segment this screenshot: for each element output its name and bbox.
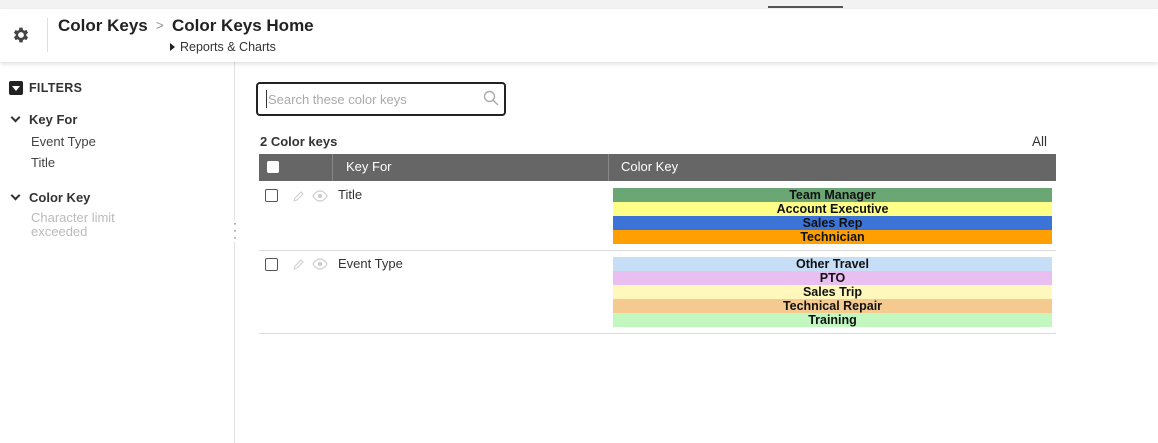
gear-icon[interactable]: [11, 25, 31, 45]
breadcrumb-separator: >: [155, 17, 164, 33]
eye-icon[interactable]: [312, 258, 328, 270]
key-for-value: Event Type: [338, 256, 403, 271]
column-header-color-key[interactable]: Color Key: [610, 154, 678, 181]
page-title: Color Keys Home: [171, 16, 314, 35]
sidebar-resize-handle[interactable]: · · ·: [231, 217, 239, 243]
filters-heading: FILTERS: [29, 81, 83, 95]
search-icon[interactable]: [483, 90, 499, 106]
row-checkbox[interactable]: [265, 189, 278, 202]
eye-icon[interactable]: [312, 190, 328, 202]
top-strip: [0, 0, 1158, 9]
select-all-checkbox[interactable]: [267, 161, 279, 173]
color-swatch: Account Executive: [613, 202, 1052, 216]
page-header: Color Keys > Color Keys Home Reports & Cha…: [0, 9, 1158, 62]
filter-item-title[interactable]: Title: [31, 155, 55, 170]
filters-toggle[interactable]: FILTERS: [9, 80, 83, 96]
color-swatch: Other Travel: [613, 257, 1052, 271]
filter-group-key-for[interactable]: Key For: [10, 112, 78, 127]
caret-right-icon: [170, 43, 175, 51]
table-row: Event Type Other Travel PTO Sales Trip T…: [259, 251, 1056, 334]
row-checkbox[interactable]: [265, 258, 278, 271]
filter-item-character-limit: Character limit exceeded: [31, 210, 115, 239]
key-for-value: Title: [338, 187, 363, 202]
table-row: Title Team Manager Account Executive Sal…: [259, 181, 1056, 251]
breadcrumb-root[interactable]: Color Keys: [58, 16, 148, 35]
column-header-key-for[interactable]: Key For: [333, 154, 609, 181]
filter-group-color-key[interactable]: Color Key: [10, 190, 91, 205]
filter-group-title: Color Key: [29, 190, 91, 205]
all-link[interactable]: All: [1032, 134, 1047, 149]
result-count: 2 Color keys: [260, 134, 338, 149]
table-header: Key For Color Key: [259, 154, 1056, 181]
collapse-filters-icon: [9, 80, 23, 95]
search-input[interactable]: [266, 90, 471, 108]
chevron-down-icon: [10, 112, 21, 123]
filter-item-event-type[interactable]: Event Type: [31, 134, 96, 149]
select-all-cell: [259, 154, 333, 181]
color-swatch: Sales Rep: [613, 216, 1052, 230]
chevron-down-icon: [10, 190, 21, 201]
reports-charts-link[interactable]: Reports & Charts: [170, 40, 276, 54]
filter-group-title: Key For: [29, 112, 78, 127]
color-swatch: Training: [613, 313, 1052, 327]
color-key-swatches: Other Travel PTO Sales Trip Technical Re…: [613, 257, 1052, 327]
search-box: [256, 82, 506, 116]
color-swatch: Team Manager: [613, 188, 1052, 202]
pencil-icon[interactable]: [293, 258, 305, 270]
pencil-icon[interactable]: [293, 190, 305, 202]
header-divider: [47, 18, 48, 52]
color-swatch: PTO: [613, 271, 1052, 285]
breadcrumb: Color Keys > Color Keys Home: [58, 16, 314, 36]
color-swatch: Technical Repair: [613, 299, 1052, 313]
color-key-swatches: Team Manager Account Executive Sales Rep…: [613, 188, 1052, 244]
reports-charts-label: Reports & Charts: [180, 40, 276, 54]
filters-sidebar: FILTERS Key For Event Type Title Color K…: [0, 62, 235, 443]
color-swatch: Sales Trip: [613, 285, 1052, 299]
active-tab-indicator: [768, 6, 843, 8]
color-swatch: Technician: [613, 230, 1052, 244]
